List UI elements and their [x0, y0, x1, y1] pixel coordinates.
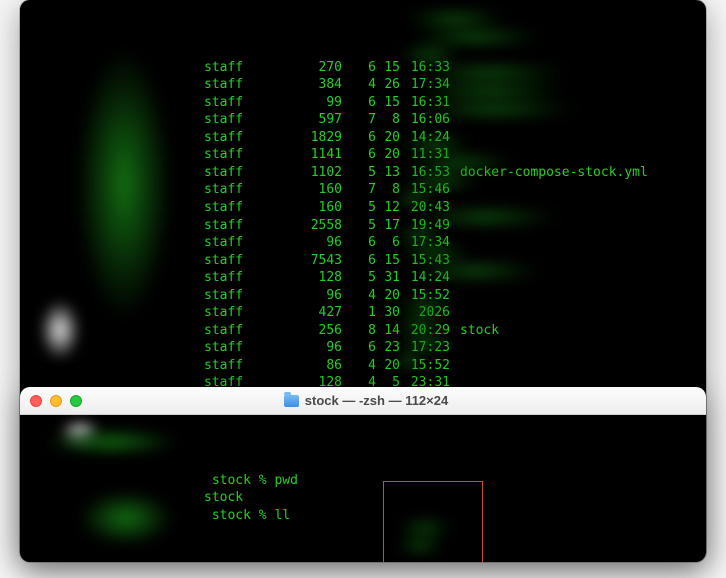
window-titlebar[interactable]: stock — -zsh — 112×24 [20, 387, 706, 415]
folder-icon [284, 395, 299, 407]
terminal-line: stock [204, 489, 698, 507]
terminal-line: stock % pwd [204, 472, 698, 490]
terminal-output-bottom[interactable]: stock % pwdstock stock % ll staff2358142… [20, 415, 706, 562]
terminal-window-bottom: stock — -zsh — 112×24 stock % pwdstock s… [20, 387, 706, 562]
window-title: stock — -zsh — 112×24 [36, 393, 696, 408]
blurred-left-column-bottom [20, 415, 200, 562]
listing-row: staff8642015:52 [204, 357, 698, 375]
